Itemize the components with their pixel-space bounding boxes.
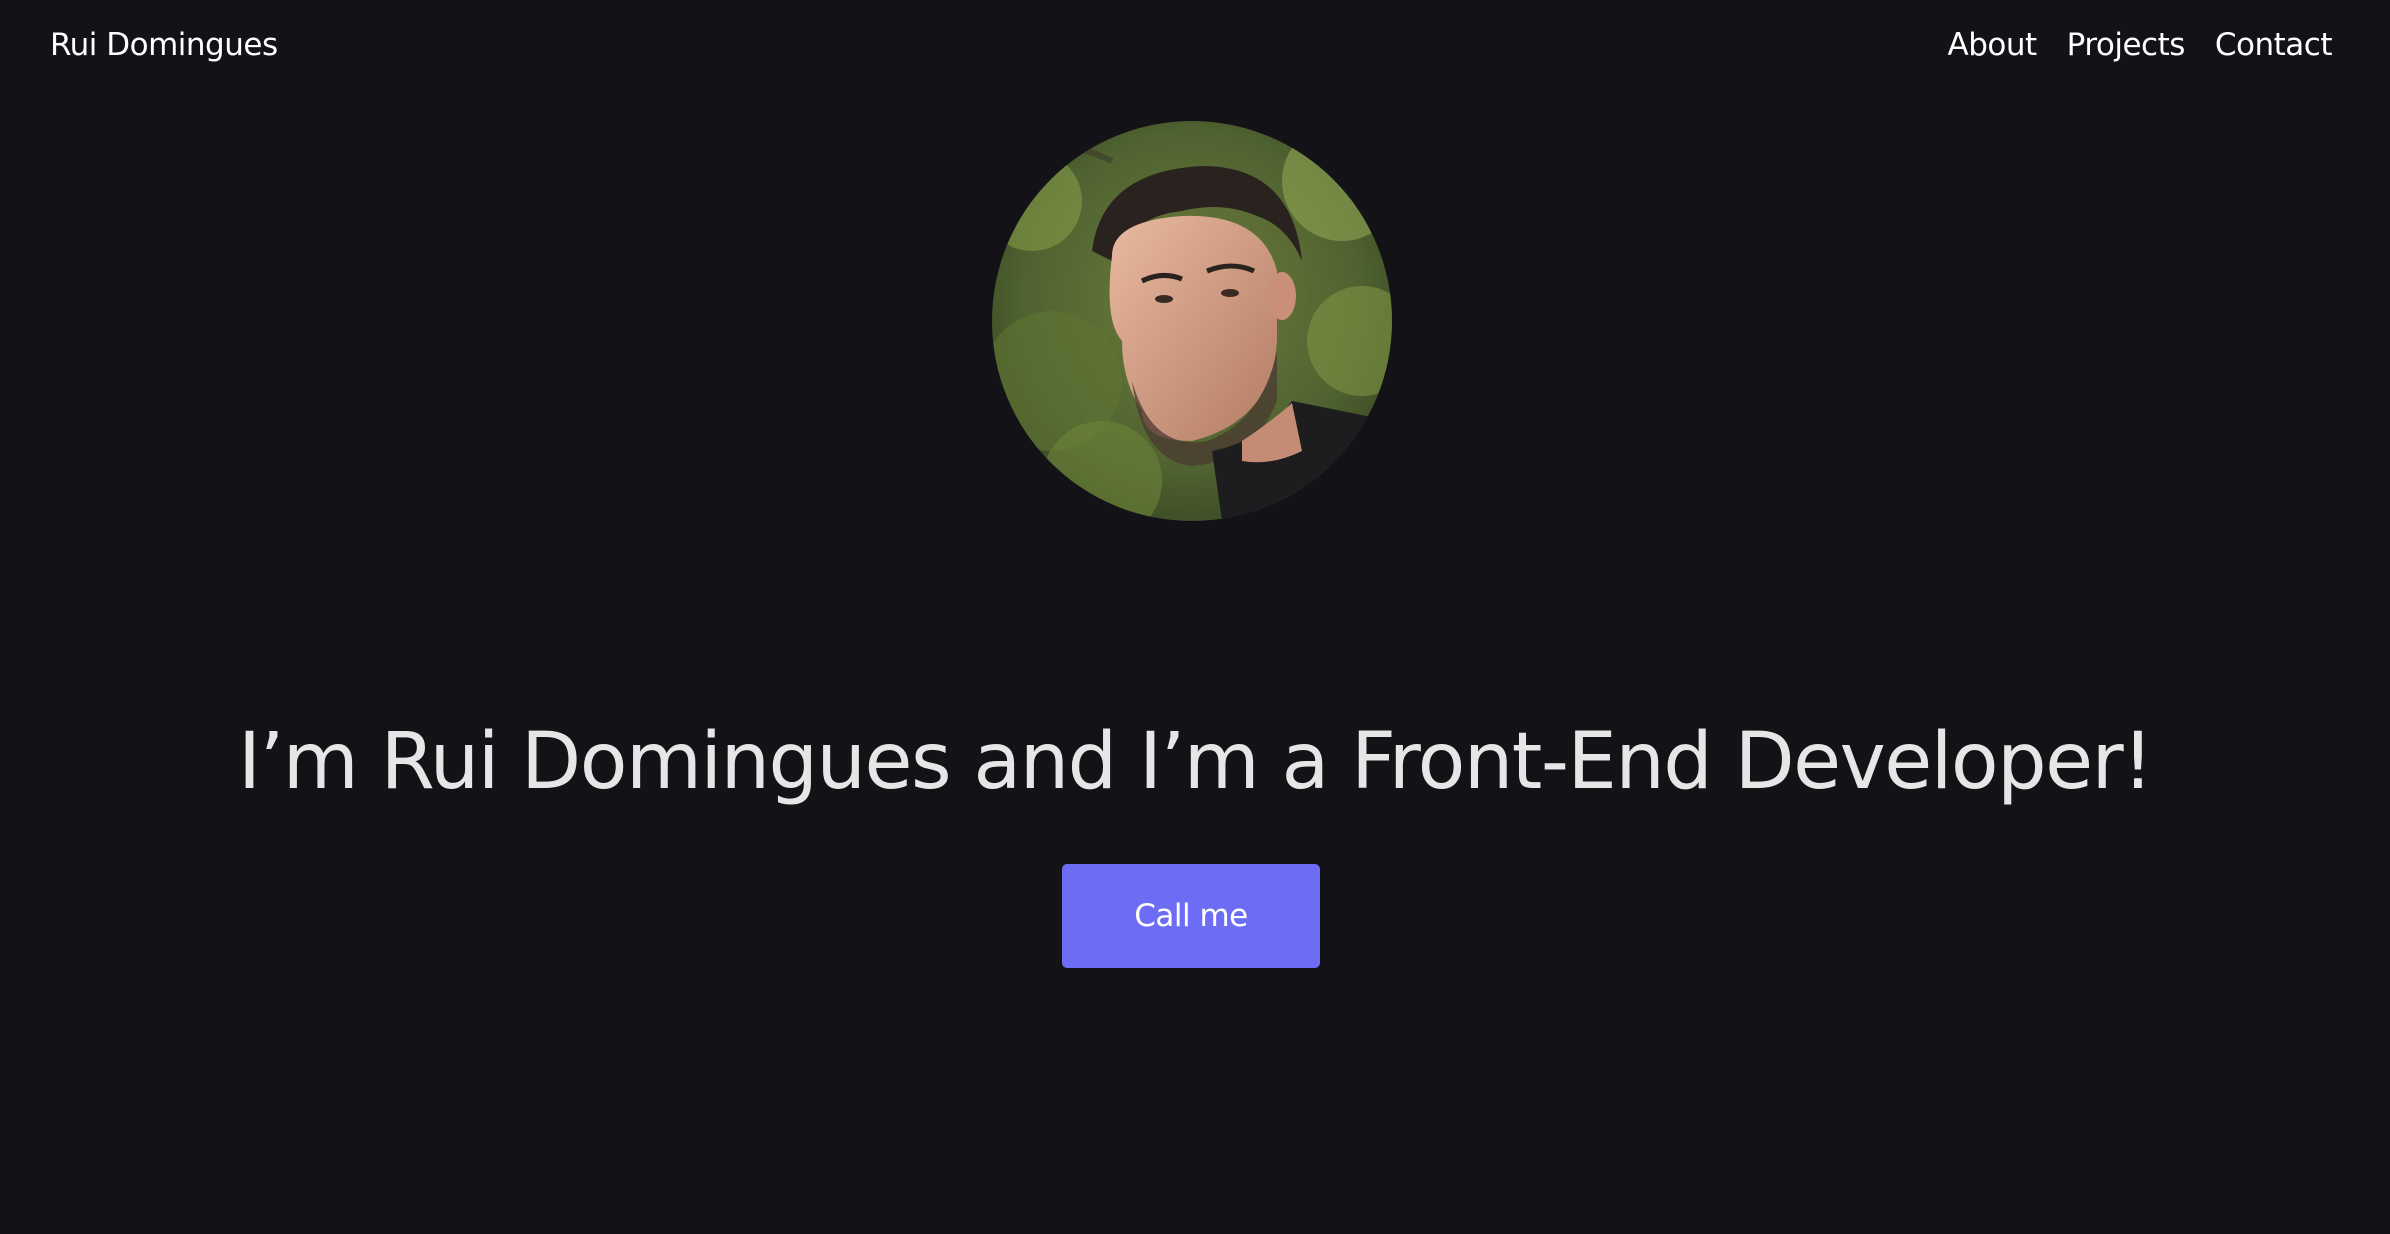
avatar — [992, 121, 1392, 521]
hero-headline: I’m Rui Domingues and I’m a Front-End De… — [238, 717, 2154, 807]
call-me-button[interactable]: Call me — [1062, 864, 1320, 968]
nav-link-about[interactable]: About — [1948, 22, 2038, 68]
nav-links: About Projects Contact — [1948, 22, 2333, 68]
top-navbar: Rui Domingues About Projects Contact — [0, 0, 2390, 90]
nav-link-projects[interactable]: Projects — [2067, 22, 2186, 68]
nav-link-contact[interactable]: Contact — [2215, 22, 2333, 68]
brand-link[interactable]: Rui Domingues — [50, 22, 278, 68]
profile-photo-icon — [992, 121, 1392, 521]
